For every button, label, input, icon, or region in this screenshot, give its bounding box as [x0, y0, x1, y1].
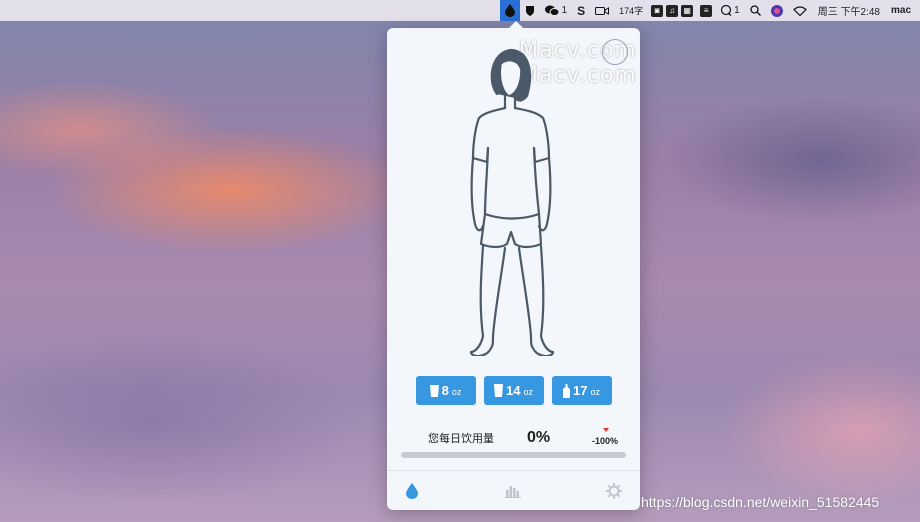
cup-8oz-value: 8 — [441, 383, 449, 398]
menubar-clock[interactable]: 周三 下午2:48 — [812, 0, 886, 21]
daily-intake-label: 您每日饮用量 — [428, 432, 494, 445]
cup-17oz-value: 17 — [573, 383, 588, 398]
chat-count: 1 — [734, 5, 740, 16]
menubar-s-icon[interactable]: S — [572, 0, 590, 21]
body-figure-illustration — [469, 48, 555, 356]
cup-14oz-value: 14 — [506, 383, 521, 398]
bottom-tab-bar — [387, 470, 640, 510]
menubar-app-icon-4[interactable]: ≡ — [700, 4, 713, 17]
cup-size-buttons: 8 oz 14 oz 17 oz — [387, 376, 640, 405]
daily-intake-change: -100% — [591, 428, 618, 446]
bar-chart-icon — [505, 485, 521, 498]
cup-14oz-button[interactable]: 14 oz — [483, 376, 544, 405]
menubar-camera-icon[interactable] — [590, 0, 614, 21]
cup-17oz-button[interactable]: 17 oz — [551, 376, 612, 405]
menubar-wifi-icon[interactable] — [788, 0, 812, 21]
tab-settings[interactable] — [604, 481, 624, 501]
menu-bar: 1 S 174字 ◙ ♫ ▦ ≡ 1 周三 下午2:48 mac — [0, 0, 920, 21]
menubar-shield-icon[interactable] — [520, 0, 540, 21]
tall-cup-icon — [494, 384, 503, 397]
cup-8oz-button[interactable]: 8 oz — [415, 376, 476, 405]
wechat-count: 1 — [561, 5, 568, 16]
menubar-wechat-icon[interactable]: 1 — [540, 0, 573, 21]
cup-icon — [429, 384, 439, 397]
gear-icon — [606, 482, 622, 499]
menubar-input-counter[interactable]: 174字 — [614, 0, 648, 21]
cup-17oz-unit: oz — [590, 387, 600, 397]
tab-water[interactable] — [402, 481, 422, 501]
footer-url: https://blog.csdn.net/weixin_51582445 — [641, 494, 880, 510]
water-drop-icon — [406, 482, 418, 499]
menubar-user[interactable]: mac — [886, 0, 916, 21]
daily-intake-change-value: -100% — [591, 436, 618, 446]
menubar-search-icon[interactable] — [745, 0, 766, 21]
daily-intake-progress-bar — [401, 452, 626, 458]
daily-intake-percent: 0% — [527, 429, 551, 446]
menubar-app-icon-2[interactable]: ♫ — [666, 4, 679, 17]
bottle-icon — [563, 383, 570, 398]
menubar-app-icon-3[interactable]: ▦ — [681, 4, 694, 17]
menubar-app-icons: ◙ ♫ ▦ ≡ — [648, 0, 715, 21]
menubar-water-drop-icon[interactable] — [499, 0, 520, 21]
tab-statistics[interactable] — [503, 481, 523, 501]
daily-intake-row: 您每日饮用量 0% -100% — [401, 428, 626, 448]
down-triangle-icon — [602, 428, 609, 432]
cup-14oz-unit: oz — [523, 387, 533, 397]
water-tracker-popover: Macv.com Macv.com 8 oz 14 oz 17 oz 您每日饮用… — [387, 21, 640, 510]
menubar-siri-icon[interactable] — [766, 0, 788, 21]
cup-8oz-unit: oz — [451, 387, 462, 397]
menubar-chat-icon[interactable]: 1 — [715, 0, 745, 21]
menu-circle-button[interactable] — [602, 39, 628, 65]
menubar-app-icon-1[interactable]: ◙ — [651, 4, 664, 17]
